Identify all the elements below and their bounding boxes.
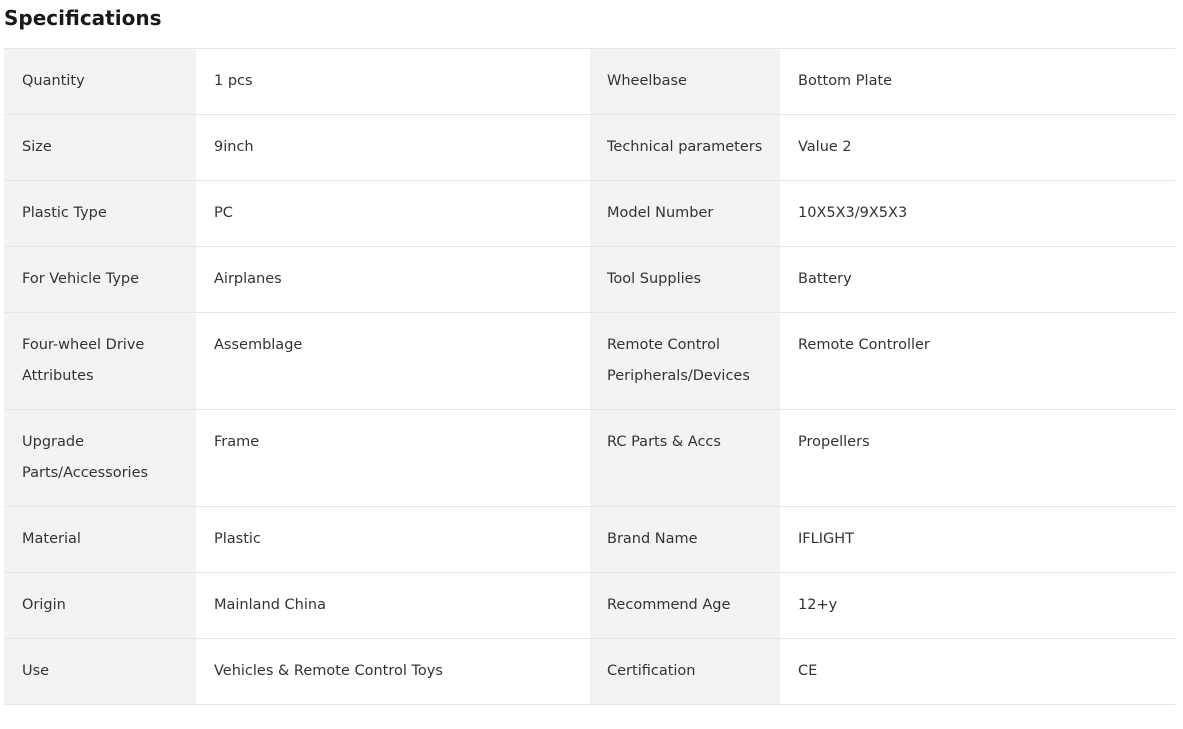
spec-name: Wheelbase [590,49,780,114]
spec-name: Model Number [590,181,780,246]
table-row: Four-wheel Drive Attributes Assemblage R… [4,313,1175,410]
spec-value: Value 2 [780,115,1175,180]
spec-name: Certification [590,639,780,704]
spec-name: Material [4,507,196,572]
spec-value: 9inch [196,115,590,180]
table-row: Plastic Type PC Model Number 10X5X3/9X5X… [4,181,1175,247]
spec-name: Origin [4,573,196,638]
spec-value: Battery [780,247,1175,312]
spec-name: Four-wheel Drive Attributes [4,313,196,409]
specifications-title: Specifications [4,6,162,30]
spec-value: Bottom Plate [780,49,1175,114]
spec-value: Mainland China [196,573,590,638]
spec-name: Plastic Type [4,181,196,246]
spec-name: Remote Control Peripherals/Devices [590,313,780,409]
table-row: For Vehicle Type Airplanes Tool Supplies… [4,247,1175,313]
table-row: Material Plastic Brand Name IFLIGHT [4,507,1175,573]
spec-value: Airplanes [196,247,590,312]
spec-value: Vehicles & Remote Control Toys [196,639,590,704]
spec-value: 12+y [780,573,1175,638]
spec-value: CE [780,639,1175,704]
spec-name: Upgrade Parts/Accessories [4,410,196,506]
spec-value: IFLIGHT [780,507,1175,572]
spec-name: Brand Name [590,507,780,572]
table-row: Upgrade Parts/Accessories Frame RC Parts… [4,410,1175,507]
spec-value: Plastic [196,507,590,572]
table-row: Use Vehicles & Remote Control Toys Certi… [4,639,1175,705]
spec-name: Technical parameters [590,115,780,180]
spec-name: RC Parts & Accs [590,410,780,506]
table-row: Quantity 1 pcs Wheelbase Bottom Plate [4,49,1175,115]
table-row: Origin Mainland China Recommend Age 12+y [4,573,1175,639]
specifications-table: Quantity 1 pcs Wheelbase Bottom Plate Si… [4,48,1175,705]
spec-value: 1 pcs [196,49,590,114]
spec-value: Remote Controller [780,313,1175,409]
spec-value: Frame [196,410,590,506]
spec-value: 10X5X3/9X5X3 [780,181,1175,246]
spec-value: Propellers [780,410,1175,506]
spec-name: Use [4,639,196,704]
spec-value: PC [196,181,590,246]
spec-name: Quantity [4,49,196,114]
spec-name: Recommend Age [590,573,780,638]
spec-name: Tool Supplies [590,247,780,312]
spec-name: For Vehicle Type [4,247,196,312]
table-row: Size 9inch Technical parameters Value 2 [4,115,1175,181]
spec-value: Assemblage [196,313,590,409]
spec-name: Size [4,115,196,180]
